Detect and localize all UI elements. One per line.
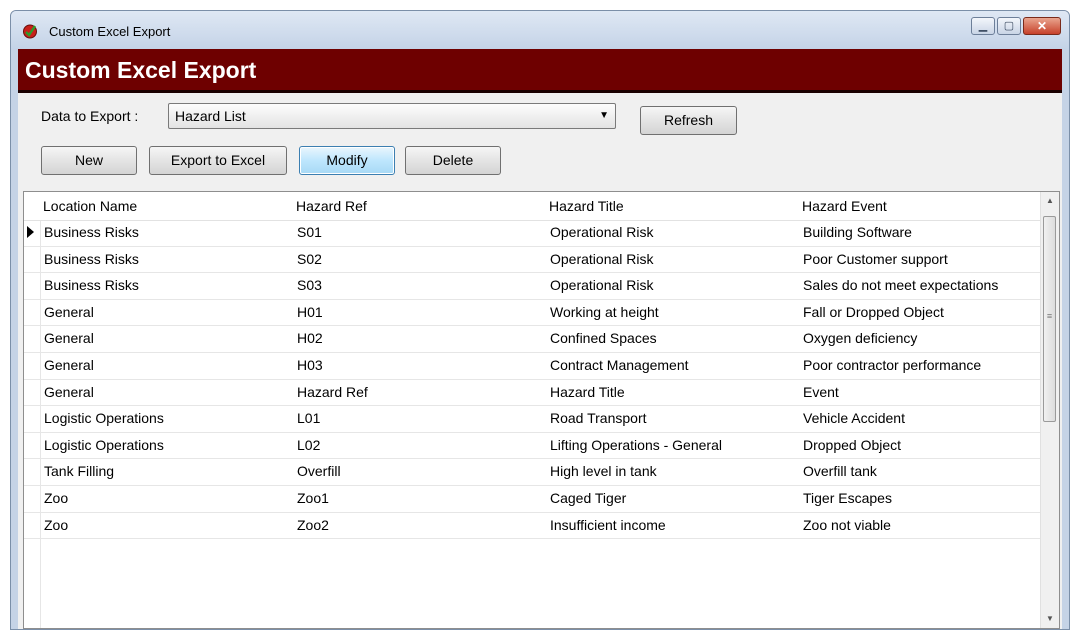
cell-hazard-title: Confined Spaces: [550, 330, 657, 347]
hazard-grid[interactable]: Location Name Hazard Ref Hazard Title Ha…: [23, 191, 1060, 629]
cell-location: Logistic Operations: [44, 436, 164, 453]
window-client-area: Custom Excel Export Data to Export : Haz…: [18, 49, 1062, 629]
cell-location: Business Risks: [44, 224, 139, 240]
table-row[interactable]: Business Risks S01 Operational Risk Buil…: [24, 220, 1041, 247]
modify-button[interactable]: Modify: [299, 146, 395, 175]
cell-hazard-title: Operational Risk: [550, 277, 654, 294]
cell-hazard-ref: Overfill: [297, 463, 341, 480]
window-controls: ▁ ▢ ✕: [969, 17, 1061, 35]
cell-hazard-title: High level in tank: [550, 463, 657, 480]
cell-hazard-title: Road Transport: [550, 410, 647, 427]
cell-hazard-event: Oxygen deficiency: [803, 330, 918, 347]
minimize-button[interactable]: ▁: [971, 17, 995, 35]
chevron-down-icon: ▼: [599, 110, 609, 121]
cell-location: Zoo: [44, 516, 69, 533]
cell-hazard-ref: S03: [297, 277, 322, 294]
window-title: Custom Excel Export: [49, 24, 171, 39]
page-title: Custom Excel Export: [25, 57, 257, 83]
column-header-hazard-event[interactable]: Hazard Event: [802, 198, 887, 214]
cell-hazard-event: Fall or Dropped Object: [803, 303, 944, 320]
app-window: Custom Excel Export ▁ ▢ ✕ Custom Excel E…: [10, 10, 1070, 630]
table-row[interactable]: General Hazard Ref Hazard Title Event: [24, 380, 1041, 407]
grid-rows: Business Risks S01 Operational Risk Buil…: [24, 220, 1041, 540]
data-to-export-value: Hazard List: [175, 108, 246, 124]
cell-hazard-event: Overfill tank: [803, 463, 877, 480]
cell-hazard-ref: L01: [297, 410, 321, 427]
current-row-pointer-icon: [27, 226, 34, 238]
column-header-hazard-title[interactable]: Hazard Title: [549, 198, 624, 214]
cell-hazard-ref: H01: [297, 303, 323, 320]
cell-hazard-event: Sales do not meet expectations: [803, 277, 999, 294]
app-logo-icon: [23, 24, 37, 39]
table-row[interactable]: General H03 Contract Management Poor con…: [24, 353, 1041, 380]
scroll-thumb[interactable]: ≡: [1043, 216, 1056, 422]
cell-hazard-ref: L02: [297, 436, 321, 453]
scroll-up-arrow-icon[interactable]: ▲: [1041, 192, 1059, 210]
cell-location: Tank Filling: [44, 463, 115, 480]
cell-hazard-event: Dropped Object: [803, 436, 902, 453]
table-row[interactable]: Business Risks S03 Operational Risk Sale…: [24, 273, 1041, 300]
cell-hazard-title: Lifting Operations - General: [550, 436, 722, 453]
table-row[interactable]: Logistic Operations L01 Road Transport V…: [24, 406, 1041, 433]
cell-location: Business Risks: [44, 250, 139, 267]
cell-hazard-title: Operational Risk: [550, 224, 654, 240]
column-header-hazard-ref[interactable]: Hazard Ref: [296, 198, 367, 214]
data-to-export-select[interactable]: Hazard List ▼: [168, 103, 616, 129]
grid-header: Location Name Hazard Ref Hazard Title Ha…: [24, 192, 1041, 221]
vertical-scrollbar[interactable]: ▲ ≡ ▼: [1040, 192, 1059, 628]
cell-location: Business Risks: [44, 277, 139, 294]
data-to-export-label: Data to Export :: [41, 108, 139, 124]
delete-button[interactable]: Delete: [405, 146, 501, 175]
cell-hazard-ref: Zoo2: [297, 516, 329, 533]
cell-location: General: [44, 330, 94, 347]
table-row[interactable]: Logistic Operations L02 Lifting Operatio…: [24, 433, 1041, 460]
cell-hazard-ref: Hazard Ref: [297, 383, 368, 400]
cell-hazard-title: Insufficient income: [550, 516, 666, 533]
column-header-location-name[interactable]: Location Name: [43, 198, 137, 214]
cell-hazard-ref: H03: [297, 356, 323, 373]
cell-hazard-title: Caged Tiger: [550, 489, 627, 506]
cell-hazard-title: Hazard Title: [550, 383, 625, 400]
cell-hazard-event: Event: [803, 383, 839, 400]
table-row[interactable]: General H02 Confined Spaces Oxygen defic…: [24, 326, 1041, 353]
cell-location: General: [44, 356, 94, 373]
grip-icon: ≡: [1046, 311, 1053, 321]
cell-hazard-ref: S02: [297, 250, 322, 267]
minimize-icon: ▁: [978, 20, 988, 32]
table-row[interactable]: Zoo Zoo2 Insufficient income Zoo not via…: [24, 513, 1041, 540]
cell-hazard-event: Zoo not viable: [803, 516, 891, 533]
close-button[interactable]: ✕: [1023, 17, 1061, 35]
cell-location: General: [44, 303, 94, 320]
cell-hazard-ref: H02: [297, 330, 323, 347]
cell-hazard-event: Vehicle Accident: [803, 410, 905, 427]
title-bar[interactable]: Custom Excel Export ▁ ▢ ✕: [11, 11, 1069, 49]
scroll-down-arrow-icon[interactable]: ▼: [1041, 610, 1059, 628]
maximize-icon: ▢: [1003, 20, 1015, 32]
cell-hazard-ref: Zoo1: [297, 489, 329, 506]
table-row[interactable]: General H01 Working at height Fall or Dr…: [24, 300, 1041, 327]
toolbar: Data to Export : Hazard List ▼ Refresh N…: [18, 93, 1062, 191]
table-row[interactable]: Zoo Zoo1 Caged Tiger Tiger Escapes: [24, 486, 1041, 513]
cell-hazard-event: Poor Customer support: [803, 250, 948, 267]
close-icon: ✕: [1036, 19, 1048, 33]
cell-hazard-title: Operational Risk: [550, 250, 654, 267]
cell-hazard-ref: S01: [297, 224, 322, 240]
cell-hazard-event: Poor contractor performance: [803, 356, 982, 373]
cell-location: General: [44, 383, 94, 400]
refresh-button[interactable]: Refresh: [640, 106, 737, 135]
cell-location: Logistic Operations: [44, 410, 164, 427]
new-button[interactable]: New: [41, 146, 137, 175]
cell-hazard-event: Tiger Escapes: [803, 489, 892, 506]
cell-hazard-event: Building Software: [803, 224, 912, 240]
cell-hazard-title: Contract Management: [550, 356, 689, 373]
cell-hazard-title: Working at height: [550, 303, 659, 320]
cell-location: Zoo: [44, 489, 69, 506]
export-to-excel-button[interactable]: Export to Excel: [149, 146, 287, 175]
table-row[interactable]: Tank Filling Overfill High level in tank…: [24, 459, 1041, 486]
table-row[interactable]: Business Risks S02 Operational Risk Poor…: [24, 247, 1041, 274]
maximize-button[interactable]: ▢: [997, 17, 1021, 35]
header-banner: Custom Excel Export: [18, 49, 1062, 93]
